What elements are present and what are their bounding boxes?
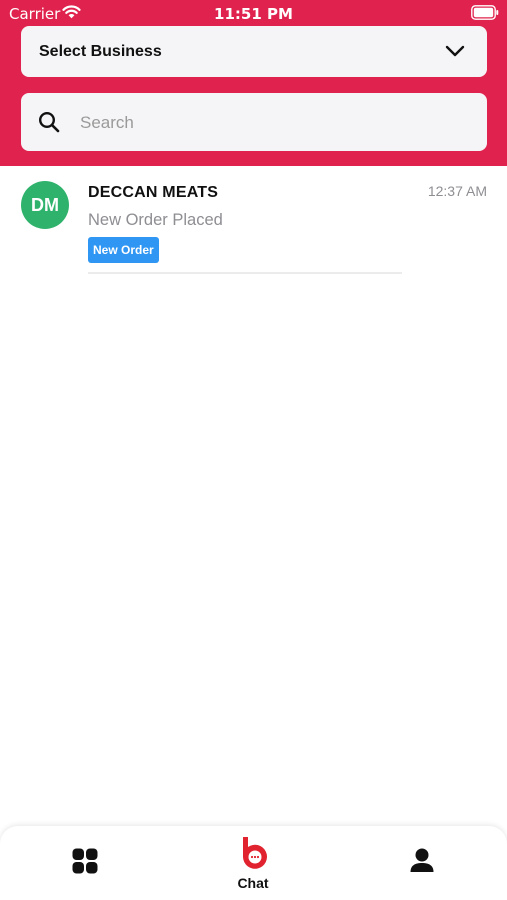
chevron-down-icon: [445, 45, 465, 57]
status-bar: Carrier 11:51 PM: [0, 0, 507, 28]
chat-timestamp: 12:37 AM: [427, 183, 487, 199]
chat-preview: New Order Placed: [88, 211, 223, 229]
header: Carrier 11:51 PM Select Business: [0, 0, 507, 166]
tab-home[interactable]: [25, 826, 145, 900]
tab-profile[interactable]: [362, 826, 482, 900]
search-input[interactable]: [78, 105, 462, 141]
person-icon: [410, 848, 434, 872]
select-business-label: Select Business: [39, 43, 162, 60]
grid-icon: [72, 848, 98, 874]
bottom-tab-bar: Chat: [0, 826, 507, 900]
search-icon: [38, 111, 60, 133]
chat-list-item[interactable]: DM DECCAN MEATS 12:37 AM New Order Place…: [0, 166, 507, 278]
battery-icon: [471, 5, 499, 20]
divider: [88, 272, 402, 274]
status-time: 11:51 PM: [214, 5, 293, 23]
chat-name: DECCAN MEATS: [88, 184, 219, 201]
tab-chat-label: Chat: [237, 875, 269, 891]
select-business-dropdown[interactable]: Select Business: [21, 26, 487, 77]
search-bar: [21, 93, 487, 151]
status-badge: New Order: [88, 237, 159, 263]
chat-logo-icon: [243, 837, 267, 869]
tab-chat[interactable]: Chat: [193, 826, 313, 900]
avatar: DM: [21, 181, 69, 229]
